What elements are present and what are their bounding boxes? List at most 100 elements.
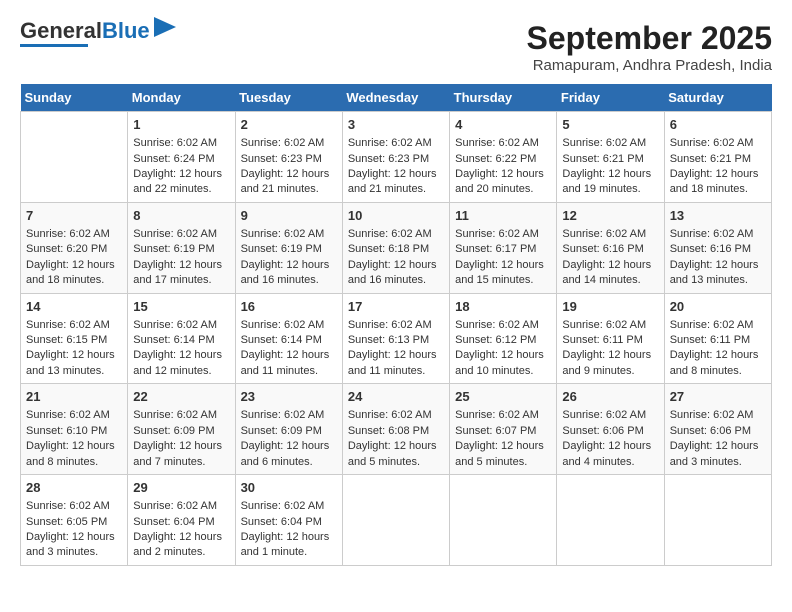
cell-info: Daylight: 12 hours <box>133 258 229 273</box>
calendar-cell: 1Sunrise: 6:02 AMSunset: 6:24 PMDaylight… <box>128 112 235 203</box>
logo: GeneralBlue <box>20 20 176 47</box>
cell-info: Sunset: 6:09 PM <box>133 424 229 439</box>
cell-info: Sunset: 6:07 PM <box>455 424 551 439</box>
cell-info: Sunset: 6:11 PM <box>562 333 658 348</box>
cell-info: Sunset: 6:18 PM <box>348 242 444 257</box>
calendar-cell: 18Sunrise: 6:02 AMSunset: 6:12 PMDayligh… <box>450 293 557 384</box>
calendar-cell: 7Sunrise: 6:02 AMSunset: 6:20 PMDaylight… <box>21 202 128 293</box>
cell-info: Sunrise: 6:02 AM <box>670 227 766 242</box>
day-number: 9 <box>241 207 337 225</box>
calendar-cell: 3 Sunrise: 6:02 AMSunset: 6:23 PMDaylight… <box>342 112 449 203</box>
cell-info: and 8 minutes. <box>26 455 122 470</box>
cell-info: Sunset: 6:24 PM <box>133 152 229 167</box>
day-number: 4 <box>455 116 551 134</box>
cell-info: Daylight: 12 hours <box>241 258 337 273</box>
day-number: 10 <box>348 207 444 225</box>
cell-info: Sunrise: 6:02 AM <box>455 318 551 333</box>
cell-info: and 5 minutes. <box>348 455 444 470</box>
cell-info: Daylight: 12 hours <box>670 439 766 454</box>
calendar-cell: 4Sunrise: 6:02 AMSunset: 6:22 PMDaylight… <box>450 112 557 203</box>
cell-info: Sunrise: 6:02 AM <box>26 408 122 423</box>
cell-info: Daylight: 12 hours <box>562 258 658 273</box>
cell-info: Sunrise: 6:02 AM <box>133 499 229 514</box>
cell-info: Daylight: 12 hours <box>670 348 766 363</box>
cell-info: Sunrise: 6:02 AM <box>348 318 444 333</box>
cell-info: Daylight: 12 hours <box>26 439 122 454</box>
calendar-header-row: SundayMondayTuesdayWednesdayThursdayFrid… <box>21 84 772 112</box>
cell-info: Daylight: 12 hours <box>670 258 766 273</box>
cell-info: Sunset: 6:23 PM <box>348 152 444 167</box>
cell-info: Sunset: 6:19 PM <box>241 242 337 257</box>
calendar-cell: 26Sunrise: 6:02 AMSunset: 6:06 PMDayligh… <box>557 384 664 475</box>
cell-info: Daylight: 12 hours <box>348 167 444 182</box>
calendar-cell: 9Sunrise: 6:02 AMSunset: 6:19 PMDaylight… <box>235 202 342 293</box>
calendar-cell: 2Sunrise: 6:02 AMSunset: 6:23 PMDaylight… <box>235 112 342 203</box>
calendar-cell: 14Sunrise: 6:02 AMSunset: 6:15 PMDayligh… <box>21 293 128 384</box>
cell-info: Daylight: 12 hours <box>241 530 337 545</box>
day-number: 14 <box>26 298 122 316</box>
calendar-cell: 6Sunrise: 6:02 AMSunset: 6:21 PMDaylight… <box>664 112 771 203</box>
cell-info: Daylight: 12 hours <box>241 167 337 182</box>
cell-info: Sunrise: 6:02 AM <box>670 408 766 423</box>
day-number: 16 <box>241 298 337 316</box>
cell-info: Sunset: 6:14 PM <box>241 333 337 348</box>
cell-info: Daylight: 12 hours <box>26 348 122 363</box>
calendar-cell: 5Sunrise: 6:02 AMSunset: 6:21 PMDaylight… <box>557 112 664 203</box>
cell-info: and 16 minutes. <box>348 273 444 288</box>
cell-info: Sunset: 6:11 PM <box>670 333 766 348</box>
cell-info: Sunset: 6:08 PM <box>348 424 444 439</box>
calendar-week-row: 1 Sunrise: 6:02 AM Sunset: 6:24 PM Daylight… <box>21 112 772 203</box>
cell-info: Sunset: 6:17 PM <box>455 242 551 257</box>
calendar-cell: 15Sunrise: 6:02 AMSunset: 6:14 PMDayligh… <box>128 293 235 384</box>
logo-underline <box>20 44 88 47</box>
logo-text: GeneralBlue <box>20 20 150 42</box>
page-header: GeneralBlue September 2025 Ramapuram, An… <box>20 20 772 74</box>
cell-info: Sunset: 6:10 PM <box>26 424 122 439</box>
cell-info: Sunrise: 6:02 AM <box>133 318 229 333</box>
cell-info: Sunset: 6:05 PM <box>26 515 122 530</box>
cell-info: and 8 minutes. <box>670 364 766 379</box>
cell-info: Sunrise: 6:02 AM <box>348 136 444 151</box>
day-number: 11 <box>455 207 551 225</box>
cell-info: Sunset: 6:19 PM <box>133 242 229 257</box>
calendar-cell: 25Sunrise: 6:02 AMSunset: 6:07 PMDayligh… <box>450 384 557 475</box>
cell-info: and 2 minutes. <box>133 545 229 560</box>
calendar-cell <box>557 475 664 566</box>
day-number: 30 <box>241 479 337 497</box>
cell-info: Sunrise: 6:02 AM <box>455 227 551 242</box>
cell-info: and 4 minutes. <box>562 455 658 470</box>
day-number: 12 <box>562 207 658 225</box>
col-header-tuesday: Tuesday <box>235 84 342 112</box>
day-number: 1 <box>133 116 229 134</box>
col-header-friday: Friday <box>557 84 664 112</box>
col-header-wednesday: Wednesday <box>342 84 449 112</box>
cell-info: and 6 minutes. <box>241 455 337 470</box>
cell-info: Sunrise: 6:02 AM <box>241 408 337 423</box>
day-number: 21 <box>26 388 122 406</box>
day-number: 3 <box>348 116 444 134</box>
cell-info: Sunset: 6:20 PM <box>26 242 122 257</box>
calendar-cell <box>664 475 771 566</box>
cell-info: Sunset: 6:12 PM <box>455 333 551 348</box>
cell-info: and 15 minutes. <box>455 273 551 288</box>
cell-info: Sunset: 6:14 PM <box>133 333 229 348</box>
cell-info: and 19 minutes. <box>562 182 658 197</box>
day-number: 23 <box>241 388 337 406</box>
day-number: 26 <box>562 388 658 406</box>
cell-info: Sunrise: 6:02 AM <box>455 408 551 423</box>
cell-info: Daylight: 12 hours <box>241 348 337 363</box>
day-number: 7 <box>26 207 122 225</box>
day-number: 18 <box>455 298 551 316</box>
cell-info: Sunset: 6:06 PM <box>670 424 766 439</box>
cell-info: Sunrise: 6:02 AM <box>26 318 122 333</box>
day-number: 28 <box>26 479 122 497</box>
cell-info: Sunset: 6:16 PM <box>670 242 766 257</box>
day-number: 29 <box>133 479 229 497</box>
calendar-cell <box>21 112 128 203</box>
cell-info: and 12 minutes. <box>133 364 229 379</box>
calendar-cell: 19Sunrise: 6:02 AMSunset: 6:11 PMDayligh… <box>557 293 664 384</box>
cell-info: and 11 minutes. <box>241 364 337 379</box>
cell-info: Sunrise: 6:02 AM <box>562 136 658 151</box>
calendar-week-row: 14Sunrise: 6:02 AMSunset: 6:15 PMDayligh… <box>21 293 772 384</box>
cell-info: Daylight: 12 hours <box>133 439 229 454</box>
